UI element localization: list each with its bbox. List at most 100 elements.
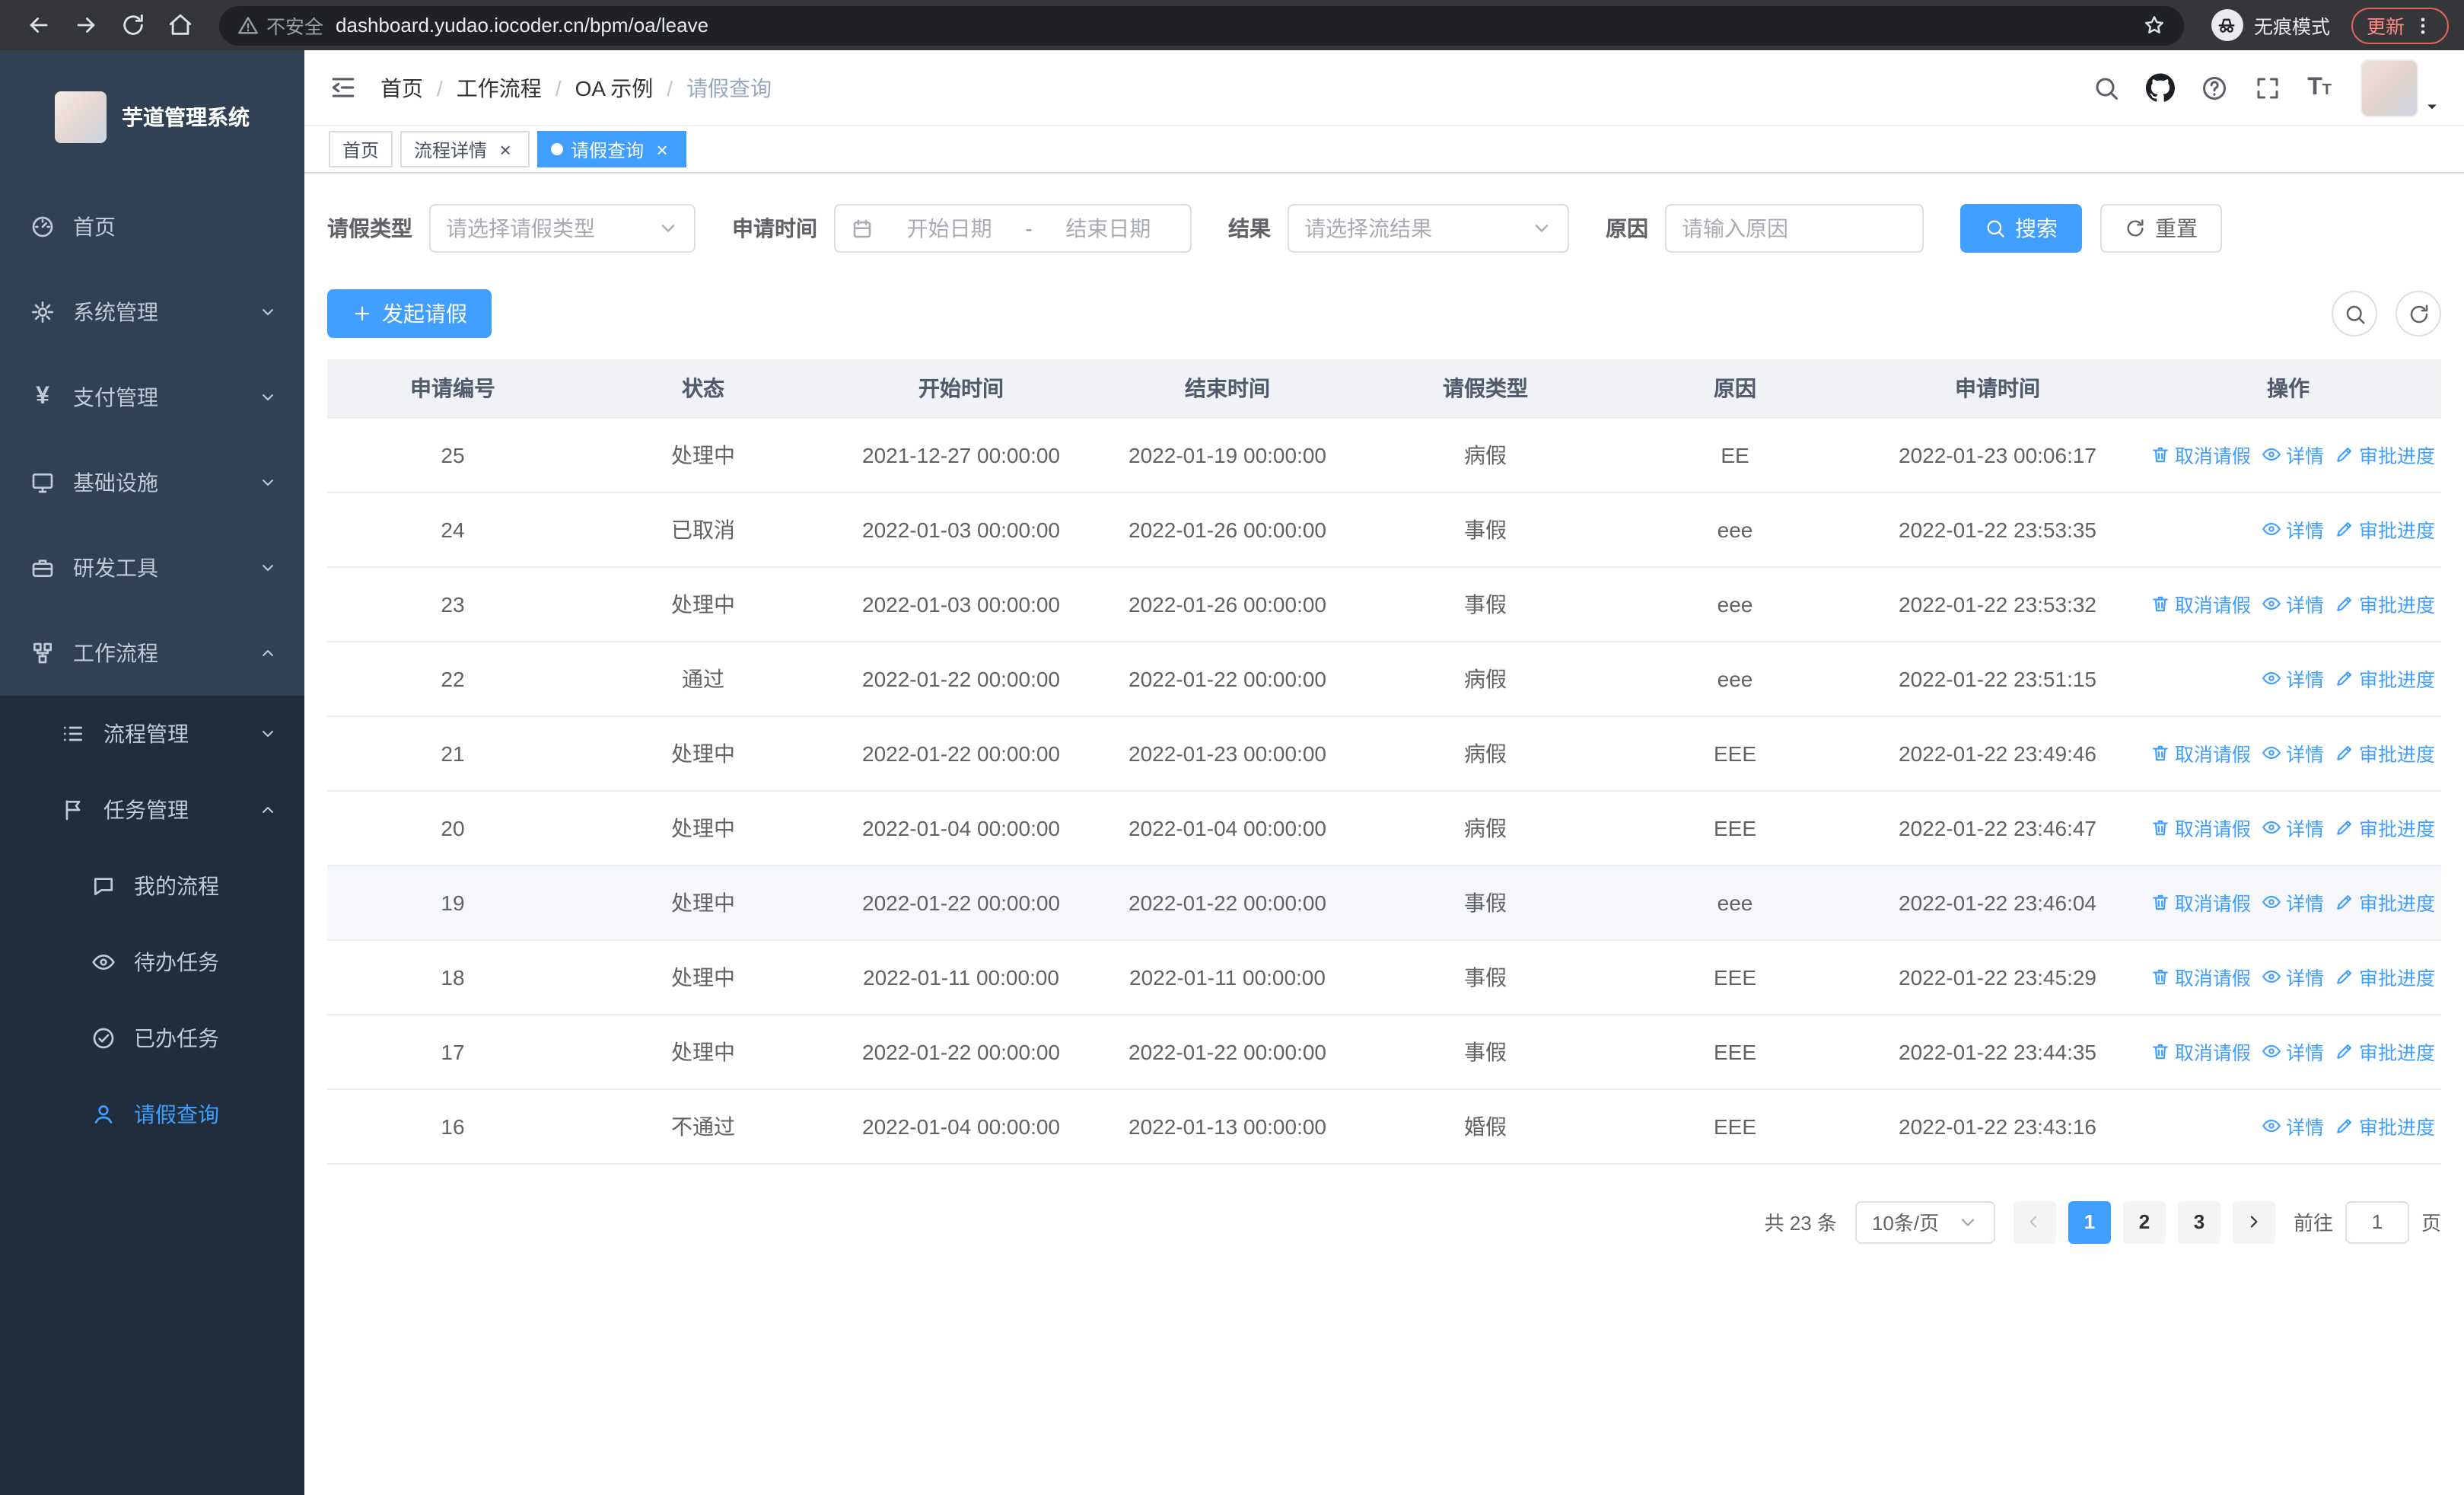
sidebar-item-task-management[interactable]: 任务管理	[0, 772, 304, 848]
tab-leave-query[interactable]: 请假查询 ×	[537, 131, 687, 167]
detail-link[interactable]: 详情	[2262, 440, 2324, 469]
column-header: 结束时间	[1094, 359, 1361, 418]
detail-link[interactable]: 详情	[2262, 888, 2324, 916]
reset-button[interactable]: 重置	[2100, 204, 2222, 253]
refresh-table-button[interactable]	[2396, 291, 2441, 336]
page-size-select[interactable]: 10条/页	[1854, 1200, 1995, 1243]
close-icon[interactable]: ×	[651, 139, 673, 160]
cell-reason: eee	[1610, 566, 1860, 642]
table-body: 25 处理中 2021-12-27 00:00:00 2022-01-19 00:00…	[327, 417, 2441, 1164]
leave-type-placeholder: 请选择请假类型	[446, 216, 595, 241]
bookmark-star-icon[interactable]	[2143, 14, 2166, 37]
next-page-button[interactable]	[2232, 1200, 2275, 1243]
cancel-leave-link[interactable]: 取消请假	[2150, 589, 2251, 618]
forward-button[interactable]	[73, 12, 99, 38]
cancel-leave-link[interactable]: 取消请假	[2150, 440, 2251, 469]
refresh-button[interactable]	[120, 12, 146, 38]
goto-page-input[interactable]	[2352, 1210, 2402, 1233]
apply-time-range-picker[interactable]: -	[834, 204, 1192, 253]
cancel-leave-link[interactable]: 取消请假	[2150, 738, 2251, 767]
sidebar-item-process-management[interactable]: 流程管理	[0, 696, 304, 772]
app-logo[interactable]: 芋道管理系统	[0, 50, 304, 184]
home-button[interactable]	[167, 12, 193, 38]
cancel-leave-link[interactable]: 取消请假	[2150, 813, 2251, 842]
close-icon[interactable]: ×	[495, 139, 516, 160]
cell-reason: eee	[1610, 492, 1860, 567]
breadcrumb-item-oa-example[interactable]: OA 示例	[575, 72, 654, 103]
sidebar-item-system-management[interactable]: 系统管理	[0, 269, 304, 355]
security-status[interactable]: 不安全	[237, 11, 323, 40]
sidebar-item-my-process[interactable]: 我的流程	[0, 848, 304, 924]
menu-dots-icon[interactable]	[2412, 14, 2434, 36]
approval-progress-link[interactable]: 审批进度	[2335, 738, 2435, 767]
breadcrumb-item-workflow[interactable]: 工作流程	[457, 72, 542, 103]
trash-icon	[2150, 445, 2170, 464]
address-bar[interactable]: 不安全 dashboard.yudao.iocoder.cn/bpm/oa/le…	[219, 5, 2184, 45]
breadcrumb-item-home[interactable]: 首页	[380, 72, 423, 103]
avatar[interactable]	[2361, 59, 2418, 116]
user-menu[interactable]	[2361, 59, 2440, 116]
approval-progress-link[interactable]: 审批进度	[2335, 589, 2435, 618]
tab-process-detail[interactable]: 流程详情 ×	[400, 131, 530, 167]
create-leave-button[interactable]: 发起请假	[327, 289, 492, 338]
cancel-leave-link[interactable]: 取消请假	[2150, 962, 2251, 991]
approval-progress-link[interactable]: 审批进度	[2335, 813, 2435, 842]
browser-update-button[interactable]: 更新	[2351, 7, 2449, 43]
page-button-3[interactable]: 3	[2177, 1200, 2220, 1243]
sidebar-item-label: 任务管理	[103, 798, 189, 822]
sidebar-item-done-tasks[interactable]: 已办任务	[0, 1000, 304, 1076]
help-icon[interactable]	[2201, 74, 2228, 101]
sidebar-item-todo-tasks[interactable]: 待办任务	[0, 924, 304, 1000]
sidebar-item-leave-query[interactable]: 请假查询	[0, 1076, 304, 1152]
approval-progress-link[interactable]: 审批进度	[2335, 664, 2435, 693]
toggle-search-button[interactable]	[2332, 291, 2377, 336]
approval-progress-link[interactable]: 审批进度	[2335, 515, 2435, 543]
refresh-icon	[2407, 302, 2430, 325]
sidebar-item-infrastructure[interactable]: 基础设施	[0, 440, 304, 525]
github-icon[interactable]	[2146, 73, 2176, 102]
fullscreen-icon[interactable]	[2254, 74, 2281, 101]
cancel-leave-link[interactable]: 取消请假	[2150, 888, 2251, 916]
prev-page-button[interactable]	[2013, 1200, 2056, 1243]
sidebar-toggle-button[interactable]	[329, 73, 358, 102]
sidebar-item-dev-tools[interactable]: 研发工具	[0, 525, 304, 610]
detail-link[interactable]: 详情	[2262, 589, 2324, 618]
edit-icon	[2335, 519, 2354, 539]
approval-progress-link[interactable]: 审批进度	[2335, 962, 2435, 991]
back-button[interactable]	[26, 12, 52, 38]
detail-link[interactable]: 详情	[2262, 515, 2324, 543]
sidebar-item-label: 请假查询	[134, 1102, 219, 1127]
detail-link[interactable]: 详情	[2262, 664, 2324, 693]
detail-link[interactable]: 详情	[2262, 1111, 2324, 1140]
detail-link[interactable]: 详情	[2262, 1037, 2324, 1066]
font-size-icon[interactable]: T T	[2307, 75, 2332, 100]
approval-progress-link[interactable]: 审批进度	[2335, 1111, 2435, 1140]
detail-link[interactable]: 详情	[2262, 813, 2324, 842]
approval-progress-link[interactable]: 审批进度	[2335, 1037, 2435, 1066]
tab-home[interactable]: 首页	[329, 131, 393, 167]
sidebar-item-home[interactable]: 首页	[0, 184, 304, 269]
edit-icon	[2335, 967, 2354, 987]
sidebar-item-workflow[interactable]: 工作流程	[0, 610, 304, 696]
search-icon[interactable]	[2093, 74, 2120, 101]
approval-progress-link[interactable]: 审批进度	[2335, 440, 2435, 469]
reason-input[interactable]	[1682, 216, 1907, 241]
end-date-input[interactable]	[1041, 216, 1176, 241]
page-button-1[interactable]: 1	[2068, 1200, 2111, 1243]
sidebar-item-payment-management[interactable]: ¥ 支付管理	[0, 355, 304, 440]
approval-progress-link[interactable]: 审批进度	[2335, 888, 2435, 916]
start-date-input[interactable]	[883, 216, 1017, 241]
cancel-leave-link[interactable]: 取消请假	[2150, 1037, 2251, 1066]
leave-type-select[interactable]: 请选择请假类型	[429, 204, 696, 253]
sidebar-item-label: 流程管理	[103, 722, 189, 746]
briefcase-icon	[30, 556, 55, 580]
list-icon	[61, 722, 85, 746]
page-button-2[interactable]: 2	[2122, 1200, 2166, 1243]
range-separator: -	[1025, 216, 1033, 241]
result-select[interactable]: 请选择流结果	[1288, 204, 1569, 253]
search-button[interactable]: 搜索	[1960, 204, 2082, 253]
sidebar-item-label: 已办任务	[134, 1026, 219, 1050]
detail-link[interactable]: 详情	[2262, 962, 2324, 991]
edit-icon	[2335, 892, 2354, 912]
detail-link[interactable]: 详情	[2262, 738, 2324, 767]
